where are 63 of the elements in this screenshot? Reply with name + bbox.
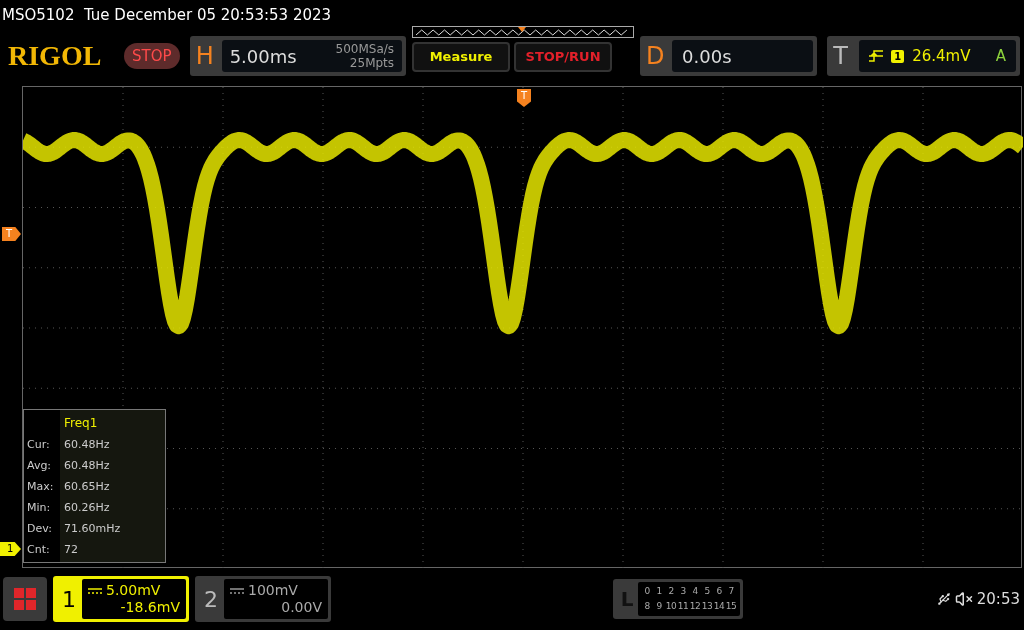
channel-scale: 5.00mV (106, 582, 161, 599)
logic-channel-label: 10 (665, 600, 677, 613)
delay-label: D (646, 41, 666, 72)
logic-channel-label: 6 (715, 585, 723, 598)
dc-coupling-icon (230, 586, 244, 595)
channel-number: 2 (203, 585, 219, 614)
measurement-value: 60.48Hz (64, 458, 111, 474)
logic-channel-label: 12 (689, 600, 701, 613)
logic-channel-label: 4 (691, 585, 699, 598)
status-line: MSO5102 Tue December 05 20:53:53 2023 (2, 4, 332, 26)
trigger-source-badge: 1 (891, 49, 905, 63)
sample-rate: 500MSa/s (335, 42, 395, 56)
trigger-label: T (833, 41, 849, 72)
channel-marker[interactable]: 1 (0, 542, 21, 556)
channel-offset: -18.6mV (120, 599, 180, 616)
logic-channel-label: 3 (679, 585, 687, 598)
channel-scale: 100mV (248, 582, 298, 599)
trigger-level-value: 26.4mV (912, 45, 971, 67)
brand-logo: RIGOL (8, 39, 103, 73)
channel-offset: 0.00V (281, 599, 322, 616)
measurement-label: Avg: (27, 458, 53, 474)
measurement-label: Dev: (27, 521, 53, 537)
timebase-scale: 5.00ms (229, 44, 297, 69)
measurement-value: 60.26Hz (64, 500, 111, 516)
logic-channel-label: 11 (677, 600, 689, 613)
rising-edge-icon (869, 49, 884, 63)
menu-button[interactable] (3, 577, 47, 621)
measurement-label: Max: (27, 479, 55, 495)
logic-channel-label: 8 (643, 600, 651, 613)
logic-channel-label: 2 (667, 585, 675, 598)
usb-icon (936, 592, 951, 606)
measurement-value: 71.60mHz (64, 521, 122, 537)
measurement-label: Cnt: (27, 542, 51, 558)
logic-channel-label: 9 (655, 600, 663, 613)
channel-panel[interactable]: 1 5.00mV -18.6mV (53, 576, 189, 622)
logic-channel-label: 15 (725, 600, 737, 613)
measure-button[interactable]: Measure (412, 42, 511, 72)
channel-number: 1 (61, 585, 77, 614)
logic-channel-label: 7 (727, 585, 735, 598)
measurement-value: 60.65Hz (64, 479, 111, 495)
measurement-label: Cur: (27, 437, 51, 453)
trigger-mode: A (995, 45, 1006, 67)
logic-channel-label: 5 (703, 585, 711, 598)
horizontal-panel[interactable]: H 5.00ms 500MSa/s 25Mpts (189, 36, 407, 76)
measurement-label: Min: (27, 500, 52, 516)
trigger-panel[interactable]: T 1 26.4mV A (827, 36, 1020, 76)
horizontal-label: H (195, 41, 215, 72)
stop-run-button[interactable]: STOP/RUN (514, 42, 613, 72)
measurement-value: 72 (64, 542, 79, 558)
clock: 20:53 (976, 588, 1020, 610)
channel-panel[interactable]: 2 100mV 0.00V (195, 576, 331, 622)
grid-icon (13, 587, 37, 611)
memory-depth: 25Mpts (349, 56, 395, 70)
logic-channel-label: 14 (713, 600, 725, 613)
logic-channel-label: 13 (701, 600, 713, 613)
dc-coupling-icon (88, 586, 102, 595)
logic-channel-label: 1 (655, 585, 663, 598)
measurement-value: 60.48Hz (64, 437, 111, 453)
logic-channel-label: 0 (643, 585, 651, 598)
speaker-muted-icon[interactable] (954, 590, 973, 608)
measurement-title: Freq1 (64, 415, 99, 432)
delay-value: 0.00s (682, 44, 732, 69)
delay-panel[interactable]: D 0.00s (640, 36, 818, 76)
